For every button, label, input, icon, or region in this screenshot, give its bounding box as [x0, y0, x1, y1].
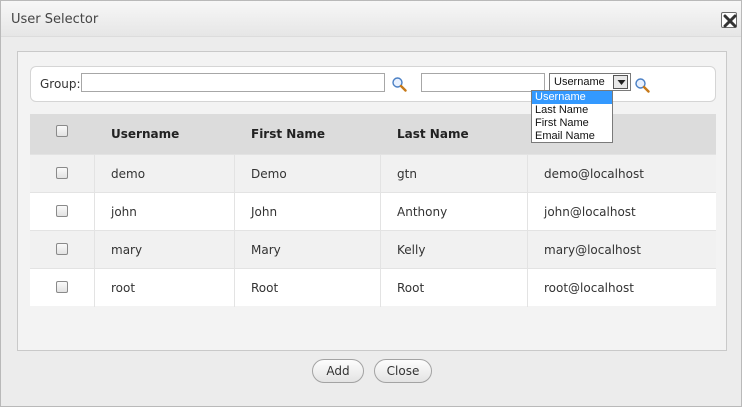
row-checkbox[interactable] — [56, 243, 68, 255]
cell-email: mary@localhost — [544, 243, 641, 257]
close-button[interactable]: Close — [374, 359, 432, 383]
cell-username: demo — [111, 167, 146, 181]
cell-first-name: Mary — [251, 243, 281, 257]
user-selector-dialog: User Selector Group: Username Username F… — [0, 0, 742, 407]
cell-username: root — [111, 281, 136, 295]
option-first-name[interactable]: First Name — [532, 117, 612, 130]
cell-last-name: Root — [397, 281, 425, 295]
group-label: Group: — [40, 77, 81, 91]
cell-last-name: Kelly — [397, 243, 426, 257]
option-last-name[interactable]: Last Name — [532, 104, 612, 117]
chevron-down-icon[interactable] — [613, 75, 628, 89]
table-row[interactable]: root Root Root root@localhost — [30, 268, 716, 307]
row-checkbox[interactable] — [56, 167, 68, 179]
close-icon[interactable] — [721, 12, 737, 28]
title-bar: User Selector — [1, 1, 741, 37]
search-by-value: Username — [554, 76, 605, 88]
cell-username: mary — [111, 243, 143, 257]
search-input[interactable] — [421, 73, 545, 92]
select-all-checkbox[interactable] — [56, 125, 68, 137]
column-header-last-name: Last Name — [397, 127, 469, 141]
cell-first-name: Root — [251, 281, 279, 295]
users-table: Username First Name Last Name E demo Dem… — [30, 114, 716, 307]
table-row[interactable]: john John Anthony john@localhost — [30, 192, 716, 231]
dialog-title: User Selector — [11, 12, 99, 27]
filter-bar: Group: Username — [30, 66, 716, 102]
table-row[interactable]: demo Demo gtn demo@localhost — [30, 154, 716, 193]
cell-username: john — [111, 205, 137, 219]
row-checkbox[interactable] — [56, 281, 68, 293]
group-input[interactable] — [81, 73, 385, 92]
cell-email: demo@localhost — [544, 167, 644, 181]
cell-email: root@localhost — [544, 281, 634, 295]
selector-panel: Group: Username Username First Name Last… — [17, 51, 727, 351]
table-header: Username First Name Last Name E — [30, 114, 716, 154]
search-by-dropdown-list: Username Last Name First Name Email Name — [531, 90, 613, 143]
cell-first-name: John — [251, 205, 278, 219]
cell-first-name: Demo — [251, 167, 287, 181]
cell-last-name: Anthony — [397, 205, 448, 219]
column-header-username: Username — [111, 127, 180, 141]
option-email-name[interactable]: Email Name — [532, 130, 612, 143]
search-by-select[interactable]: Username — [549, 73, 631, 91]
search-icon[interactable] — [634, 77, 650, 93]
search-icon[interactable] — [391, 76, 407, 92]
add-button[interactable]: Add — [312, 359, 364, 383]
row-checkbox[interactable] — [56, 205, 68, 217]
table-row[interactable]: mary Mary Kelly mary@localhost — [30, 230, 716, 269]
column-header-first-name: First Name — [251, 127, 326, 141]
cell-email: john@localhost — [544, 205, 636, 219]
option-username[interactable]: Username — [532, 91, 612, 104]
cell-last-name: gtn — [397, 167, 417, 181]
